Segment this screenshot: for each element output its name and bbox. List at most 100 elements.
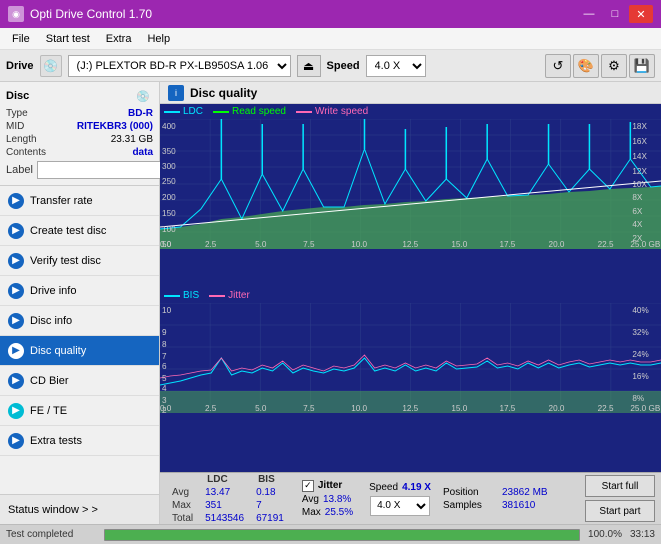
status-window-button[interactable]: Status window > > (0, 494, 159, 524)
read-speed-legend: Read speed (213, 106, 286, 117)
disc-panel: Disc 💿 Type BD-R MID RITEKBR3 (000) Leng… (0, 82, 159, 186)
jitter-label: Jitter (228, 290, 250, 301)
chart2-svg: 10 9 8 7 6 5 4 3 2 40% 32% 24% 16% 8% (160, 303, 661, 413)
svg-text:2.5: 2.5 (205, 240, 217, 249)
start-full-button[interactable]: Start full (585, 475, 655, 497)
position-section: Position 23862 MB Samples 381610 (443, 487, 548, 511)
total-ldc: 5143546 (199, 512, 250, 525)
svg-text:5.0: 5.0 (255, 240, 267, 249)
svg-text:32%: 32% (632, 328, 648, 337)
read-speed-label: Read speed (232, 106, 286, 117)
stats-table: LDC BIS Avg 13.47 0.18 Max 351 (166, 473, 290, 525)
drive-icon: 💿 (40, 55, 62, 77)
sidebar-item-disc-info[interactable]: ▶ Disc info (0, 306, 159, 336)
speed-section-label: Speed (369, 482, 398, 493)
jitter-avg-label: Avg (302, 494, 319, 505)
svg-text:12X: 12X (632, 167, 647, 176)
sidebar-item-create-test-disc[interactable]: ▶ Create test disc (0, 216, 159, 246)
extra-tests-label: Extra tests (30, 435, 82, 447)
ldc-legend: LDC (164, 106, 203, 117)
svg-text:17.5: 17.5 (499, 240, 515, 249)
chart1-svg: 400 350 300 250 200 150 100 50 18X 16X 1… (160, 119, 661, 249)
settings-button[interactable]: ⚙ (601, 54, 627, 78)
chart2-legend: BIS Jitter (160, 288, 661, 303)
minimize-button[interactable]: — (577, 5, 601, 23)
eject-button[interactable]: ⏏ (297, 55, 321, 77)
chart1-area: LDC Read speed Write speed (160, 104, 661, 288)
drive-select[interactable]: (J:) PLEXTOR BD-R PX-LB950SA 1.06 (68, 55, 291, 77)
save-button[interactable]: 💾 (629, 54, 655, 78)
disc-info-icon: ▶ (8, 313, 24, 329)
menu-start-test[interactable]: Start test (38, 31, 98, 47)
refresh-button[interactable]: ↺ (545, 54, 571, 78)
menu-bar: File Start test Extra Help (0, 28, 661, 50)
chart-header-icon: i (168, 85, 184, 101)
menu-extra[interactable]: Extra (98, 31, 140, 47)
jitter-max-row: Max 25.5% (302, 507, 353, 518)
svg-text:150: 150 (162, 209, 176, 218)
jitter-label-text: Jitter (318, 480, 342, 491)
window-controls: — □ ✕ (577, 5, 653, 23)
svg-text:14X: 14X (632, 152, 647, 161)
jitter-header-row: ✓ Jitter (302, 480, 353, 492)
svg-text:200: 200 (162, 193, 176, 202)
drive-label: Drive (6, 60, 34, 72)
svg-text:5.0: 5.0 (255, 404, 267, 413)
jitter-checkbox[interactable]: ✓ (302, 480, 314, 492)
ldc-col-header: LDC (199, 473, 250, 486)
disc-info-label: Disc info (30, 315, 72, 327)
svg-text:7.5: 7.5 (303, 240, 315, 249)
menu-file[interactable]: File (4, 31, 38, 47)
svg-text:12.5: 12.5 (402, 240, 418, 249)
jitter-avg-row: Avg 13.8% (302, 494, 353, 505)
sidebar-item-disc-quality[interactable]: ▶ Disc quality (0, 336, 159, 366)
speed-select-bottom[interactable]: 4.0 X (370, 496, 430, 516)
svg-text:8X: 8X (632, 193, 643, 202)
sidebar-item-drive-info[interactable]: ▶ Drive info (0, 276, 159, 306)
max-ldc: 351 (199, 499, 250, 512)
maximize-button[interactable]: □ (603, 5, 627, 23)
svg-text:100: 100 (162, 225, 176, 234)
svg-text:2.5: 2.5 (205, 404, 217, 413)
menu-help[interactable]: Help (139, 31, 178, 47)
svg-text:16%: 16% (632, 372, 648, 381)
status-window-label: Status window > > (8, 504, 98, 516)
svg-text:400: 400 (162, 122, 176, 131)
drive-toolbar: Drive 💿 (J:) PLEXTOR BD-R PX-LB950SA 1.0… (0, 50, 661, 82)
mid-label: MID (6, 121, 24, 132)
main-area: Disc 💿 Type BD-R MID RITEKBR3 (000) Leng… (0, 82, 661, 524)
svg-text:6: 6 (162, 362, 167, 371)
cd-bier-label: CD Bier (30, 375, 69, 387)
svg-text:6X: 6X (632, 207, 643, 216)
sidebar-item-transfer-rate[interactable]: ▶ Transfer rate (0, 186, 159, 216)
fe-te-icon: ▶ (8, 403, 24, 419)
app-title: Opti Drive Control 1.70 (30, 7, 152, 21)
svg-text:20.0: 20.0 (549, 404, 565, 413)
svg-text:4X: 4X (632, 220, 643, 229)
length-label: Length (6, 134, 37, 145)
sidebar-item-fe-te[interactable]: ▶ FE / TE (0, 396, 159, 426)
svg-text:22.5: 22.5 (598, 404, 614, 413)
chart-title: Disc quality (190, 86, 257, 100)
svg-text:40%: 40% (632, 306, 648, 315)
start-part-button[interactable]: Start part (585, 500, 655, 522)
sidebar-item-verify-test-disc[interactable]: ▶ Verify test disc (0, 246, 159, 276)
sidebar-item-cd-bier[interactable]: ▶ CD Bier (0, 366, 159, 396)
type-value: BD-R (128, 108, 153, 119)
svg-text:24%: 24% (632, 350, 648, 359)
speed-value-row: Speed 4.19 X (369, 482, 431, 493)
close-button[interactable]: ✕ (629, 5, 653, 23)
sidebar-item-extra-tests[interactable]: ▶ Extra tests (0, 426, 159, 456)
svg-text:8%: 8% (632, 394, 644, 403)
color-button[interactable]: 🎨 (573, 54, 599, 78)
svg-text:22.5: 22.5 (598, 240, 614, 249)
svg-text:7: 7 (162, 352, 167, 361)
jitter-max-val: 25.5% (325, 507, 353, 518)
write-speed-label: Write speed (315, 106, 368, 117)
mid-value: RITEKBR3 (000) (77, 121, 153, 132)
speed-select[interactable]: 4.0 X (366, 55, 426, 77)
label-input[interactable] (37, 161, 175, 179)
bis-legend: BIS (164, 290, 199, 301)
bis-col-header: BIS (250, 473, 290, 486)
disc-quality-label: Disc quality (30, 345, 86, 357)
